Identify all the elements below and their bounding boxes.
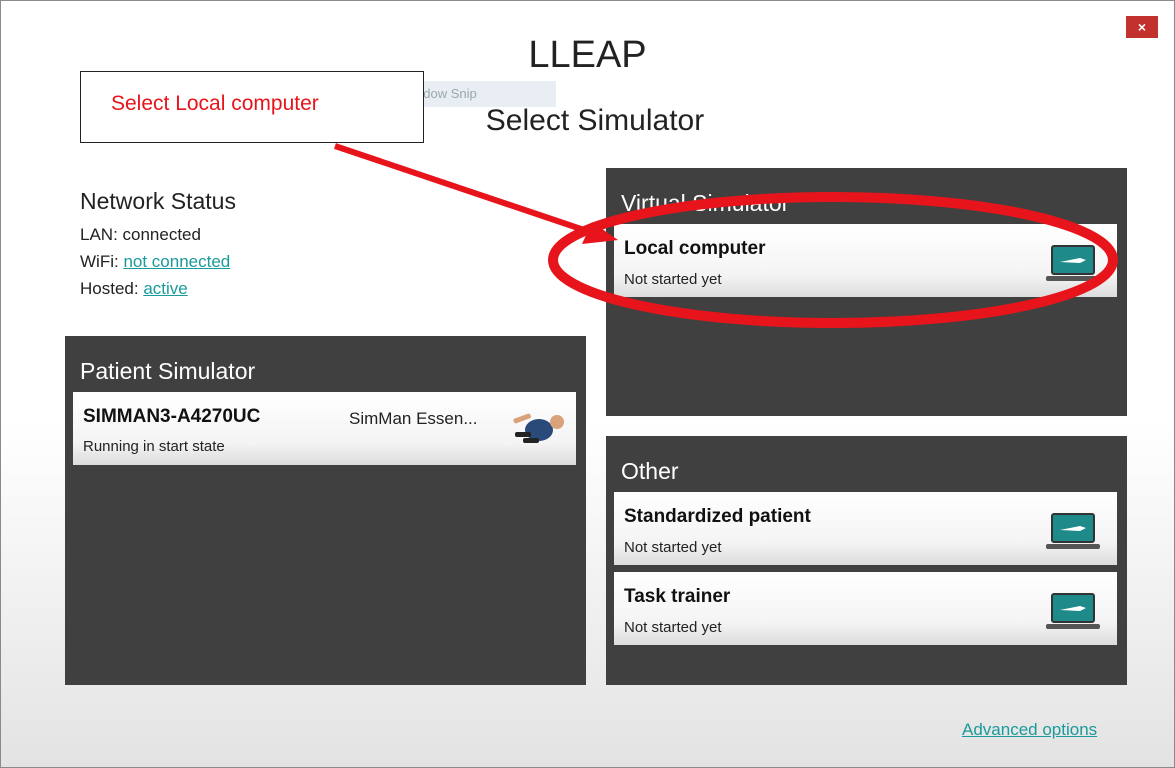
card-status: Not started yet xyxy=(624,271,722,288)
virtual-simulator-title: Virtual Simulator xyxy=(621,190,790,216)
lan-status: LAN: connected xyxy=(80,225,201,244)
advanced-options-link[interactable]: Advanced options xyxy=(962,720,1097,740)
laptop-icon xyxy=(1046,593,1100,629)
wifi-label: WiFi: xyxy=(80,252,124,271)
card-status: Not started yet xyxy=(624,539,722,556)
virtual-simulator-panel: Virtual Simulator Local computer Not sta… xyxy=(606,168,1127,416)
hosted-link[interactable]: active xyxy=(143,279,187,298)
simulator-card-simman[interactable]: SIMMAN3-A4270UC SimMan Essen... Running … xyxy=(73,392,576,465)
card-name: Task trainer xyxy=(624,586,731,607)
hosted-status: Hosted: active xyxy=(80,279,188,299)
manikin-icon xyxy=(513,413,564,443)
card-status: Not started yet xyxy=(624,619,722,636)
laptop-icon xyxy=(1046,513,1100,549)
laptop-icon xyxy=(1046,245,1100,281)
simulator-card-standardized-patient[interactable]: Standardized patient Not started yet xyxy=(614,492,1117,565)
network-status-title: Network Status xyxy=(80,188,236,214)
patient-simulator-panel: Patient Simulator SIMMAN3-A4270UC SimMan… xyxy=(65,336,586,685)
other-panel: Other Standardized patient Not started y… xyxy=(606,436,1127,685)
card-name: Local computer xyxy=(624,238,766,259)
network-status-panel: Network Status LAN: connected WiFi: not … xyxy=(65,168,586,316)
wifi-status: WiFi: not connected xyxy=(80,252,230,272)
simulator-name: SIMMAN3-A4270UC xyxy=(83,406,261,427)
patient-simulator-title: Patient Simulator xyxy=(80,358,256,384)
annotation-callout: Select Local computer xyxy=(80,71,424,143)
hosted-label: Hosted: xyxy=(80,279,144,298)
simulator-status: Running in start state xyxy=(83,438,225,455)
close-icon: × xyxy=(1137,19,1147,35)
simulator-card-task-trainer[interactable]: Task trainer Not started yet xyxy=(614,572,1117,645)
other-title: Other xyxy=(621,458,679,484)
simulator-card-local-computer[interactable]: Local computer Not started yet xyxy=(614,224,1117,297)
wifi-link[interactable]: not connected xyxy=(123,252,230,271)
simulator-model: SimMan Essen... xyxy=(349,409,478,428)
card-name: Standardized patient xyxy=(624,506,811,527)
